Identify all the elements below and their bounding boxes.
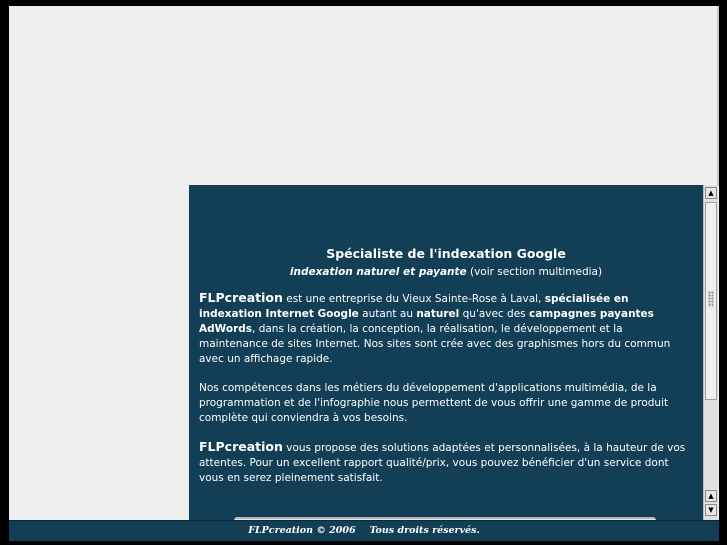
subheading-note: (voir section multimedia) [466, 266, 603, 278]
intro-bold-2: naturel [416, 308, 460, 320]
offer-paragraph: FLPcreation vous propose des solutions a… [199, 439, 693, 486]
footer-bar: FLPcreation © 2006 Tous droits réservés. [9, 520, 719, 541]
scrollbar-thumb[interactable] [705, 202, 717, 400]
window-edge [717, 6, 719, 186]
brand-name-2: FLPcreation [199, 439, 283, 454]
brand-name: FLPcreation [199, 290, 283, 305]
scroll-up-arrow-icon-2[interactable]: ▲ [705, 490, 717, 502]
scroll-up-arrow-icon[interactable]: ▲ [705, 187, 717, 199]
scroll-down-arrow-icon[interactable]: ▼ [705, 504, 717, 516]
footer-rights: Tous droits réservés. [369, 525, 480, 536]
vertical-scrollbar[interactable]: ▲ ▲ ▼ [703, 185, 718, 520]
content-body: Spécialiste de l'indexation Google index… [199, 245, 693, 486]
footer-copyright: FLPcreation © 2006 [248, 525, 356, 536]
intro-text-1: est une entreprise du Vieux Sainte-Rose … [282, 293, 545, 305]
page-heading: Spécialiste de l'indexation Google [326, 246, 566, 261]
skills-paragraph: Nos compétences dans les métiers du déve… [199, 382, 669, 424]
intro-paragraph: FLPcreation est une entreprise du Vieux … [199, 290, 693, 367]
subheading-emphasis: indexation naturel et payante [289, 266, 467, 278]
intro-text-2: autant au [358, 308, 417, 320]
page-subheading: indexation naturel et payante (voir sect… [199, 264, 693, 280]
content-panel: Spécialiste de l'indexation Google index… [189, 185, 703, 520]
intro-text-4: , dans la création, la conception, la ré… [199, 323, 671, 365]
intro-text-3: qu'avec des [459, 308, 529, 320]
grip-icon [708, 291, 714, 307]
